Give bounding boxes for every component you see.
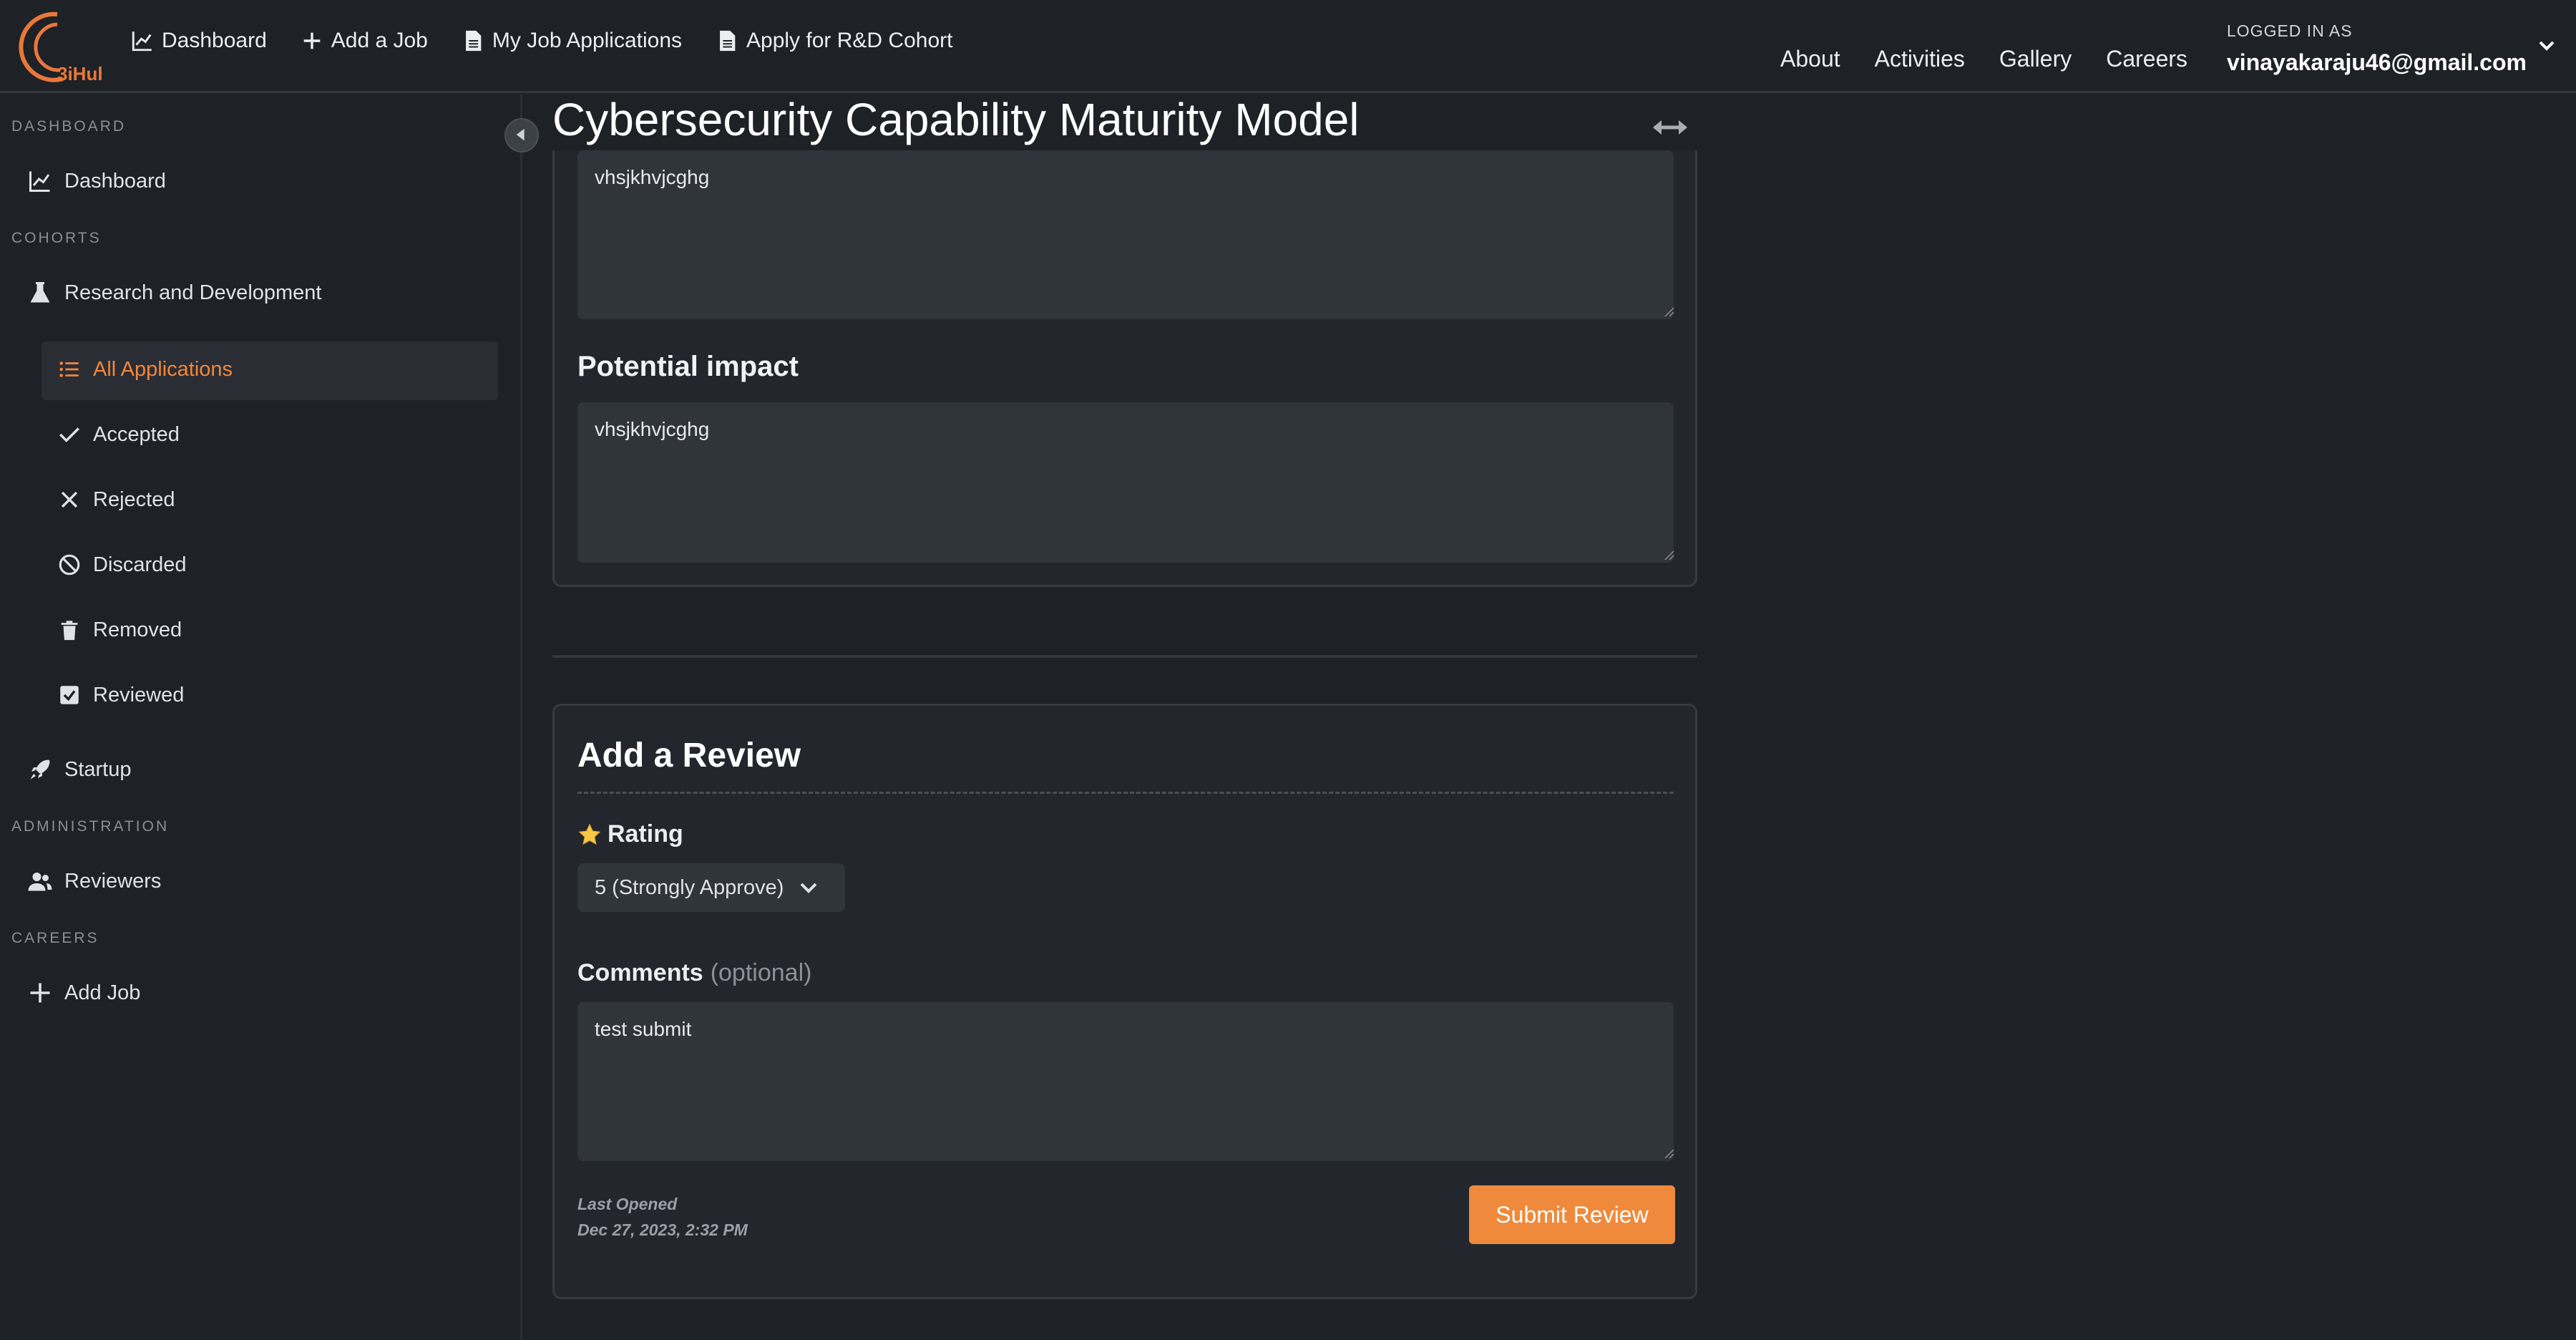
nav-apply-rd-cohort[interactable]: Apply for R&D Cohort — [715, 27, 952, 54]
rating-label: Rating — [577, 820, 683, 848]
expand-horizontal-icon[interactable] — [1650, 115, 1690, 140]
potential-impact-textarea[interactable]: vhsjkhvjcghg — [577, 402, 1674, 563]
sidebar-subitem-accepted[interactable]: Accepted — [57, 422, 180, 447]
application-details-card: vhsjkhvjcghg Potential impact vhsjkhvjcg… — [552, 150, 1697, 587]
sidebar-item-add-job[interactable]: Add Job — [27, 980, 140, 1006]
plus-icon — [30, 983, 50, 1003]
last-opened-value: Dec 27, 2023, 2:32 PM — [577, 1220, 748, 1239]
potential-impact-heading: Potential impact — [577, 351, 799, 382]
comments-textarea[interactable]: test submit — [577, 1002, 1674, 1161]
nav-gallery[interactable]: Gallery — [1999, 46, 2072, 72]
chart-line-icon — [132, 31, 152, 52]
submit-review-button[interactable]: Submit Review — [1469, 1185, 1675, 1244]
flask-icon — [30, 282, 50, 303]
sidebar: DASHBOARD Dashboard COHORTS Research and… — [0, 95, 522, 1340]
user-caption: LOGGED IN AS — [2227, 21, 2353, 40]
sidebar-subitem-discarded[interactable]: Discarded — [57, 553, 187, 577]
sidebar-item-dashboard-label: Dashboard — [64, 169, 166, 193]
sidebar-heading-dashboard: DASHBOARD — [11, 118, 127, 135]
trash-icon — [61, 621, 78, 641]
list-icon — [59, 361, 79, 377]
user-menu[interactable]: LOGGED IN AS vinayakaraju46@gmail.com — [2227, 21, 2527, 76]
rating-label-text: Rating — [608, 820, 683, 848]
nav-activities[interactable]: Activities — [1875, 46, 1965, 72]
sidebar-item-research-development-label: Research and Development — [64, 281, 322, 304]
comments-label-text: Comments — [577, 959, 703, 986]
sidebar-collapse-button[interactable] — [504, 118, 539, 152]
user-email: vinayakaraju46@gmail.com — [2227, 49, 2527, 75]
nav-apply-rd-cohort-label: Apply for R&D Cohort — [746, 29, 953, 52]
sidebar-heading-cohorts: COHORTS — [11, 230, 102, 246]
document-icon — [465, 30, 482, 52]
top-navbar: 3iHub Dashboard Add a Job My Job Applica… — [0, 0, 2576, 93]
sidebar-item-reviewers-label: Reviewers — [64, 869, 162, 893]
sidebar-subitem-rejected[interactable]: Rejected — [57, 487, 175, 512]
nav-careers[interactable]: Careers — [2106, 46, 2187, 72]
nav-my-job-applications[interactable]: My Job Applications — [461, 27, 682, 54]
sidebar-subitem-rejected-label: Rejected — [93, 487, 175, 511]
add-review-title: Add a Review — [577, 737, 801, 775]
chart-line-icon — [29, 171, 50, 192]
sidebar-subitem-discarded-label: Discarded — [93, 553, 187, 576]
add-review-card: Add a Review Rating 5 (Strongly Approve)… — [552, 704, 1697, 1299]
section-divider — [552, 655, 1697, 658]
nav-add-job-label: Add a Job — [331, 29, 428, 52]
ban-icon — [59, 554, 80, 576]
rating-select[interactable]: 5 (Strongly Approve) — [577, 863, 845, 912]
sidebar-subitem-all-applications-label: All Applications — [93, 357, 233, 381]
sidebar-item-startup-label: Startup — [64, 757, 132, 781]
last-opened-label: Last Opened — [577, 1195, 678, 1213]
resize-grip-icon[interactable] — [1664, 306, 1675, 318]
resize-grip-icon[interactable] — [1664, 550, 1675, 561]
nav-my-job-applications-label: My Job Applications — [492, 29, 683, 52]
sidebar-subitem-reviewed-label: Reviewed — [93, 683, 185, 707]
sidebar-item-research-development[interactable]: Research and Development — [27, 280, 321, 306]
nav-dashboard-label: Dashboard — [162, 29, 267, 52]
plus-icon — [303, 32, 321, 49]
sidebar-heading-careers: CAREERS — [11, 930, 99, 946]
application-field-textarea[interactable]: vhsjkhvjcghg — [577, 150, 1674, 319]
users-icon — [28, 873, 52, 891]
last-opened-info: Last Opened Dec 27, 2023, 2:32 PM — [577, 1191, 748, 1243]
brand-logo-text: 3iHub — [57, 63, 102, 84]
sidebar-subitem-removed-label: Removed — [93, 618, 182, 641]
nav-about[interactable]: About — [1780, 46, 1840, 72]
chevron-down-icon[interactable] — [2536, 37, 2557, 54]
nav-add-job[interactable]: Add a Job — [300, 27, 428, 54]
sidebar-item-dashboard[interactable]: Dashboard — [27, 168, 166, 194]
sidebar-subitem-reviewed[interactable]: Reviewed — [57, 683, 184, 707]
page-title: Cybersecurity Capability Maturity Model — [552, 94, 1360, 145]
sidebar-subitem-removed[interactable]: Removed — [57, 618, 182, 642]
brand-logo[interactable]: 3iHub — [13, 9, 102, 84]
resize-grip-icon[interactable] — [1664, 1148, 1675, 1160]
comments-label: Comments (optional) — [577, 959, 811, 987]
sidebar-item-add-job-label: Add Job — [64, 981, 141, 1004]
caret-left-icon — [516, 128, 525, 141]
document-icon — [720, 30, 736, 52]
sidebar-heading-administration: ADMINISTRATION — [11, 818, 170, 835]
chevron-down-icon — [800, 883, 817, 893]
sidebar-subitem-accepted-label: Accepted — [93, 422, 180, 446]
checkbox-icon — [60, 686, 79, 704]
x-icon — [61, 491, 78, 508]
nav-dashboard[interactable]: Dashboard — [130, 27, 267, 54]
rating-select-value: 5 (Strongly Approve) — [595, 875, 784, 899]
comments-optional-text: (optional) — [710, 959, 812, 986]
check-icon — [59, 427, 79, 442]
star-icon — [578, 822, 601, 845]
sidebar-item-startup[interactable]: Startup — [27, 757, 132, 782]
rocket-icon — [30, 759, 50, 780]
sidebar-subitem-all-applications[interactable]: All Applications — [57, 357, 233, 382]
sidebar-item-reviewers[interactable]: Reviewers — [27, 868, 161, 894]
review-title-divider — [577, 792, 1674, 794]
